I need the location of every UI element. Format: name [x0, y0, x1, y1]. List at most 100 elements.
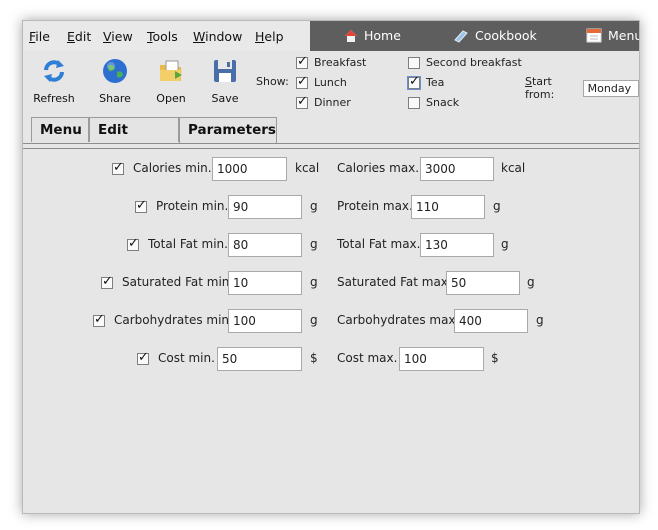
- checkbox-second-breakfast-label: Second breakfast: [426, 56, 522, 69]
- protein-max-input[interactable]: 110: [411, 195, 485, 219]
- total-fat-min-label: Total Fat min.: [148, 237, 228, 251]
- nav-home[interactable]: Home: [344, 28, 401, 43]
- calories-max-label: Calories max.: [337, 161, 420, 175]
- param-row-cost: Cost min. 50 $ Cost max. 100 $: [23, 347, 639, 371]
- tab-parameters[interactable]: Parameters: [179, 117, 277, 144]
- param-row-calories: Calories min. 1000 kcal Calories max. 30…: [23, 157, 639, 181]
- protein-max-label: Protein max.: [337, 199, 413, 213]
- home-icon: [345, 29, 357, 42]
- total-fat-min-unit: g: [310, 237, 318, 251]
- start-from: Start from: Monday: [525, 75, 639, 101]
- protein-max-unit: g: [493, 199, 501, 213]
- checkbox-box[interactable]: [296, 54, 308, 69]
- checkbox-box[interactable]: [408, 96, 420, 109]
- share-label: Share: [99, 92, 131, 105]
- folder-icon: [160, 60, 182, 81]
- tab-edit-menu[interactable]: Edit menu: [89, 117, 179, 162]
- carbohydrates-min-label: Carbohydrates min.: [114, 313, 233, 327]
- toolbar: Refresh Share Open Save Show: ✓ Breakfas…: [23, 51, 639, 113]
- param-row-total-fat: Total Fat min. 80 g Total Fat max. 130 g: [23, 233, 639, 257]
- menu-file[interactable]: File: [29, 29, 50, 44]
- nav-home-label: Home: [364, 28, 401, 43]
- tab-bar: Menu Edit menu Parameters: [23, 117, 639, 162]
- start-from-select[interactable]: Monday: [582, 79, 639, 97]
- globe-icon: [103, 59, 127, 83]
- menu-help[interactable]: Help: [255, 29, 284, 44]
- calories-min-unit: kcal: [295, 161, 320, 175]
- nav-cookbook[interactable]: Cookbook: [453, 28, 537, 43]
- tab-menu[interactable]: Menu: [31, 117, 89, 142]
- checkbox-lunch[interactable]: Lunch: [296, 74, 347, 89]
- nav-menu[interactable]: Menu: [586, 28, 640, 43]
- cost-checkbox[interactable]: [137, 350, 149, 365]
- total-fat-max-unit: g: [501, 237, 509, 251]
- checkbox-dinner-label: Dinner: [314, 96, 351, 109]
- open-button[interactable]: Open: [145, 57, 197, 105]
- start-from-label: Start from:: [525, 75, 555, 101]
- cost-max-input[interactable]: 100: [399, 347, 484, 371]
- total-fat-min-input[interactable]: 80: [228, 233, 302, 257]
- cost-min-input[interactable]: 50: [217, 347, 302, 371]
- protein-checkbox[interactable]: [135, 198, 147, 213]
- cost-max-unit: $: [491, 351, 499, 365]
- saturated-fat-checkbox[interactable]: [101, 274, 113, 289]
- checkbox-box[interactable]: [408, 56, 420, 69]
- checkbox-breakfast[interactable]: Breakfast: [296, 54, 367, 69]
- param-row-protein: Protein min. 90 g Protein max. 110 g: [23, 195, 639, 219]
- checkbox-tea[interactable]: Tea: [407, 74, 445, 90]
- calories-min-input[interactable]: 1000: [212, 157, 287, 181]
- checkbox-tea-label: Tea: [426, 76, 445, 89]
- calories-min-label: Calories min.: [133, 161, 212, 175]
- checkbox-snack[interactable]: Snack: [408, 96, 459, 109]
- cost-min-unit: $: [310, 351, 318, 365]
- checkbox-breakfast-label: Breakfast: [314, 56, 367, 69]
- menu-edit[interactable]: Edit: [67, 29, 91, 44]
- checkbox-box[interactable]: [296, 74, 308, 89]
- show-label: Show:: [256, 75, 289, 88]
- saturated-fat-min-input[interactable]: 10: [228, 271, 302, 295]
- parameters-panel: Calories min. 1000 kcal Calories max. 30…: [23, 149, 639, 513]
- nav-menu-label: Menu: [608, 28, 640, 43]
- saturated-fat-max-label: Saturated Fat max.: [337, 275, 452, 289]
- app-window: File Edit View Tools Window Help Home Co…: [22, 20, 640, 514]
- save-button[interactable]: Save: [199, 57, 251, 105]
- total-fat-checkbox[interactable]: [127, 236, 139, 251]
- checkbox-snack-label: Snack: [426, 96, 460, 109]
- protein-min-label: Protein min.: [156, 199, 229, 213]
- share-button[interactable]: Share: [89, 57, 141, 105]
- cost-max-label: Cost max.: [337, 351, 398, 365]
- carbohydrates-max-unit: g: [536, 313, 544, 327]
- floppy-disk-icon: [214, 60, 236, 82]
- checkbox-lunch-label: Lunch: [314, 76, 347, 89]
- checkbox-box[interactable]: [296, 94, 308, 109]
- open-label: Open: [156, 92, 186, 105]
- calories-max-input[interactable]: 3000: [420, 157, 494, 181]
- carbohydrates-checkbox[interactable]: [93, 312, 105, 327]
- param-row-saturated-fat: Saturated Fat min. 10 g Saturated Fat ma…: [23, 271, 639, 295]
- carbohydrates-max-input[interactable]: 400: [454, 309, 528, 333]
- param-row-carbohydrates: Carbohydrates min. 100 g Carbohydrates m…: [23, 309, 639, 333]
- saturated-fat-min-unit: g: [310, 275, 318, 289]
- protein-min-input[interactable]: 90: [228, 195, 302, 219]
- cost-min-label: Cost min.: [158, 351, 215, 365]
- nav-bar: Home Cookbook Menu: [310, 21, 639, 51]
- menu-tools[interactable]: Tools: [147, 29, 178, 44]
- calendar-icon: [586, 28, 602, 43]
- calories-checkbox[interactable]: [112, 160, 124, 175]
- refresh-label: Refresh: [33, 92, 75, 105]
- carbohydrates-min-unit: g: [310, 313, 318, 327]
- saturated-fat-max-input[interactable]: 50: [446, 271, 520, 295]
- carbohydrates-max-label: Carbohydrates max.: [337, 313, 460, 327]
- nav-cookbook-label: Cookbook: [475, 28, 537, 43]
- carbohydrates-min-input[interactable]: 100: [228, 309, 302, 333]
- refresh-button[interactable]: Refresh: [28, 57, 80, 105]
- checkbox-second-breakfast[interactable]: Second breakfast: [408, 56, 522, 69]
- checkbox-dinner[interactable]: Dinner: [296, 94, 351, 109]
- menu-bar: File Edit View Tools Window Help: [23, 21, 310, 51]
- protein-min-unit: g: [310, 199, 318, 213]
- saturated-fat-max-unit: g: [527, 275, 535, 289]
- total-fat-max-input[interactable]: 130: [420, 233, 494, 257]
- menu-window[interactable]: Window: [193, 29, 242, 44]
- menu-view[interactable]: View: [103, 29, 133, 44]
- checkbox-box[interactable]: [407, 74, 421, 90]
